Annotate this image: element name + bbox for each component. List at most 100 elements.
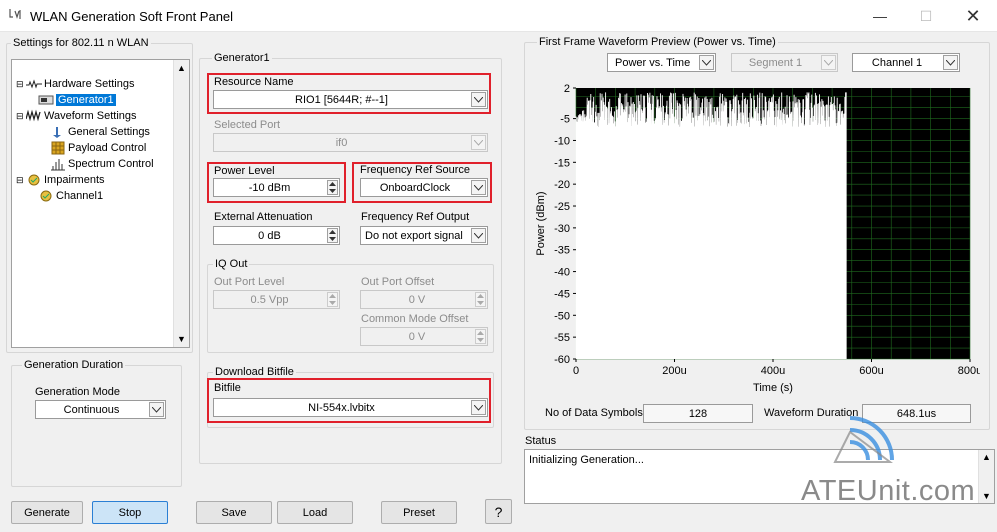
selected-port-select: if0: [213, 133, 488, 152]
bitfile-label: Bitfile: [214, 382, 241, 394]
out-port-level-input: 0.5 Vpp: [213, 290, 340, 309]
selected-port-label: Selected Port: [214, 119, 281, 131]
channel-select[interactable]: Channel 1: [852, 53, 960, 72]
stepper-icon[interactable]: [327, 228, 338, 243]
generation-mode-select[interactable]: Continuous: [35, 400, 166, 419]
tree-item-waveform-settings[interactable]: ⊟ Waveform Settings: [16, 108, 176, 124]
collapse-icon[interactable]: ⊟: [16, 111, 26, 122]
freq-ref-source-select[interactable]: OnboardClock: [360, 178, 488, 197]
chevron-down-icon[interactable]: [471, 92, 486, 107]
tree-item-spectrum-control[interactable]: Spectrum Control: [16, 156, 176, 172]
chevron-down-icon[interactable]: [471, 180, 486, 195]
scroll-up-icon[interactable]: ▲: [177, 63, 186, 73]
tree-item-generator1[interactable]: Generator1: [16, 92, 176, 108]
generate-button[interactable]: Generate: [11, 501, 83, 524]
tree-label: Waveform Settings: [44, 110, 137, 122]
chevron-down-icon[interactable]: [149, 402, 164, 417]
tree-label: Channel1: [56, 190, 104, 202]
y-tick-label: -10: [554, 135, 570, 147]
scroll-down-icon[interactable]: ▼: [982, 491, 991, 501]
num-data-symbols-value: 128: [643, 404, 753, 423]
segment-select-value: Segment 1: [748, 56, 803, 69]
generation-duration-group: [11, 365, 182, 487]
tree-item-hardware-settings[interactable]: ⊟ Hardware Settings: [16, 76, 176, 92]
load-button[interactable]: Load: [277, 501, 353, 524]
y-tick-label: -15: [554, 157, 570, 169]
help-button[interactable]: ?: [485, 499, 512, 524]
tree-label: Hardware Settings: [44, 78, 135, 90]
x-tick-label: 0: [573, 365, 579, 377]
tree-item-impairments[interactable]: ⊟ Impairments: [16, 172, 176, 188]
status-label: Status: [525, 435, 557, 447]
stepper-icon: [475, 292, 486, 307]
chevron-down-icon[interactable]: [471, 400, 486, 415]
grid-icon: [51, 141, 65, 155]
generation-mode-label: Generation Mode: [35, 386, 120, 398]
y-tick-label: -25: [554, 201, 570, 213]
tree-item-payload-control[interactable]: Payload Control: [16, 140, 176, 156]
generator-icon: [38, 95, 54, 105]
download-bitfile-label: Download Bitfile: [213, 366, 296, 378]
tree-label: Generator1: [56, 94, 116, 106]
channel-select-value: Channel 1: [871, 56, 923, 69]
chevron-down-icon: [471, 135, 486, 150]
out-port-offset-value: 0 V: [408, 293, 426, 306]
app-icon: [9, 9, 21, 19]
ext-atten-value: 0 dB: [258, 229, 281, 242]
power-level-value: -10 dBm: [248, 181, 291, 194]
waveform-icon: [26, 109, 41, 122]
window-title: WLAN Generation Soft Front Panel: [30, 9, 234, 24]
x-tick-label: 800u: [958, 365, 980, 377]
preset-button[interactable]: Preset: [381, 501, 457, 524]
out-port-offset-label: Out Port Offset: [361, 276, 435, 288]
y-tick-label: -50: [554, 310, 570, 322]
impairments-icon: [28, 174, 40, 186]
stop-button[interactable]: Stop: [92, 501, 168, 524]
collapse-icon[interactable]: ⊟: [16, 79, 26, 90]
tree-item-general-settings[interactable]: General Settings: [16, 124, 176, 140]
out-port-offset-input: 0 V: [360, 290, 488, 309]
segment-select: Segment 1: [731, 53, 838, 72]
power-trace: [575, 92, 847, 360]
close-icon[interactable]: ✕: [950, 0, 996, 32]
resource-name-select[interactable]: RIO1 [5644R; #--1]: [213, 90, 488, 109]
y-tick-label: 2: [564, 83, 570, 95]
stepper-icon: [475, 329, 486, 344]
tree-item-channel1[interactable]: Channel1: [16, 188, 176, 204]
x-axis-label: Time (s): [753, 382, 793, 394]
stepper-icon[interactable]: [327, 180, 338, 195]
iq-out-label: IQ Out: [213, 258, 250, 270]
chevron-down-icon[interactable]: [943, 55, 958, 70]
spectrum-icon: [51, 159, 65, 171]
maximize-icon[interactable]: ☐: [903, 0, 949, 32]
scroll-up-icon[interactable]: ▲: [982, 452, 991, 462]
y-tick-label: -5: [560, 114, 570, 126]
status-scrollbar[interactable]: ▲ ▼: [978, 450, 994, 503]
freq-ref-output-select[interactable]: Do not export signal: [360, 226, 488, 245]
ext-atten-input[interactable]: 0 dB: [213, 226, 340, 245]
resource-name-value: RIO1 [5644R; #--1]: [295, 93, 388, 106]
watermark-text: ATEUnit.com: [801, 475, 976, 507]
num-data-symbols-label: No of Data Symbols: [545, 407, 643, 419]
arrow-icon: [53, 127, 61, 138]
chevron-down-icon[interactable]: [471, 228, 486, 243]
ext-atten-label: External Attenuation: [214, 211, 313, 223]
status-text: Initializing Generation...: [529, 454, 644, 466]
minimize-icon[interactable]: —: [857, 0, 903, 32]
view-select[interactable]: Power vs. Time: [607, 53, 716, 72]
settings-tree[interactable]: ▲ ▼ ⊟ Hardware Settings Generator1 ⊟ Wav…: [11, 59, 190, 348]
save-button[interactable]: Save: [196, 501, 272, 524]
chevron-down-icon[interactable]: [699, 55, 714, 70]
x-tick-label: 400u: [761, 365, 785, 377]
y-tick-label: -35: [554, 245, 570, 257]
selected-port-value: if0: [335, 136, 348, 149]
generation-mode-value: Continuous: [63, 403, 120, 416]
freq-ref-output-value: Do not export signal: [365, 229, 463, 242]
bitfile-select[interactable]: NI-554x.lvbitx: [213, 398, 488, 417]
generation-duration-label: Generation Duration: [22, 359, 126, 371]
freq-ref-source-label: Frequency Ref Source: [360, 164, 471, 176]
out-port-level-label: Out Port Level: [214, 276, 285, 288]
power-level-input[interactable]: -10 dBm: [213, 178, 340, 197]
scroll-down-icon[interactable]: ▼: [177, 334, 186, 344]
collapse-icon[interactable]: ⊟: [16, 175, 26, 186]
